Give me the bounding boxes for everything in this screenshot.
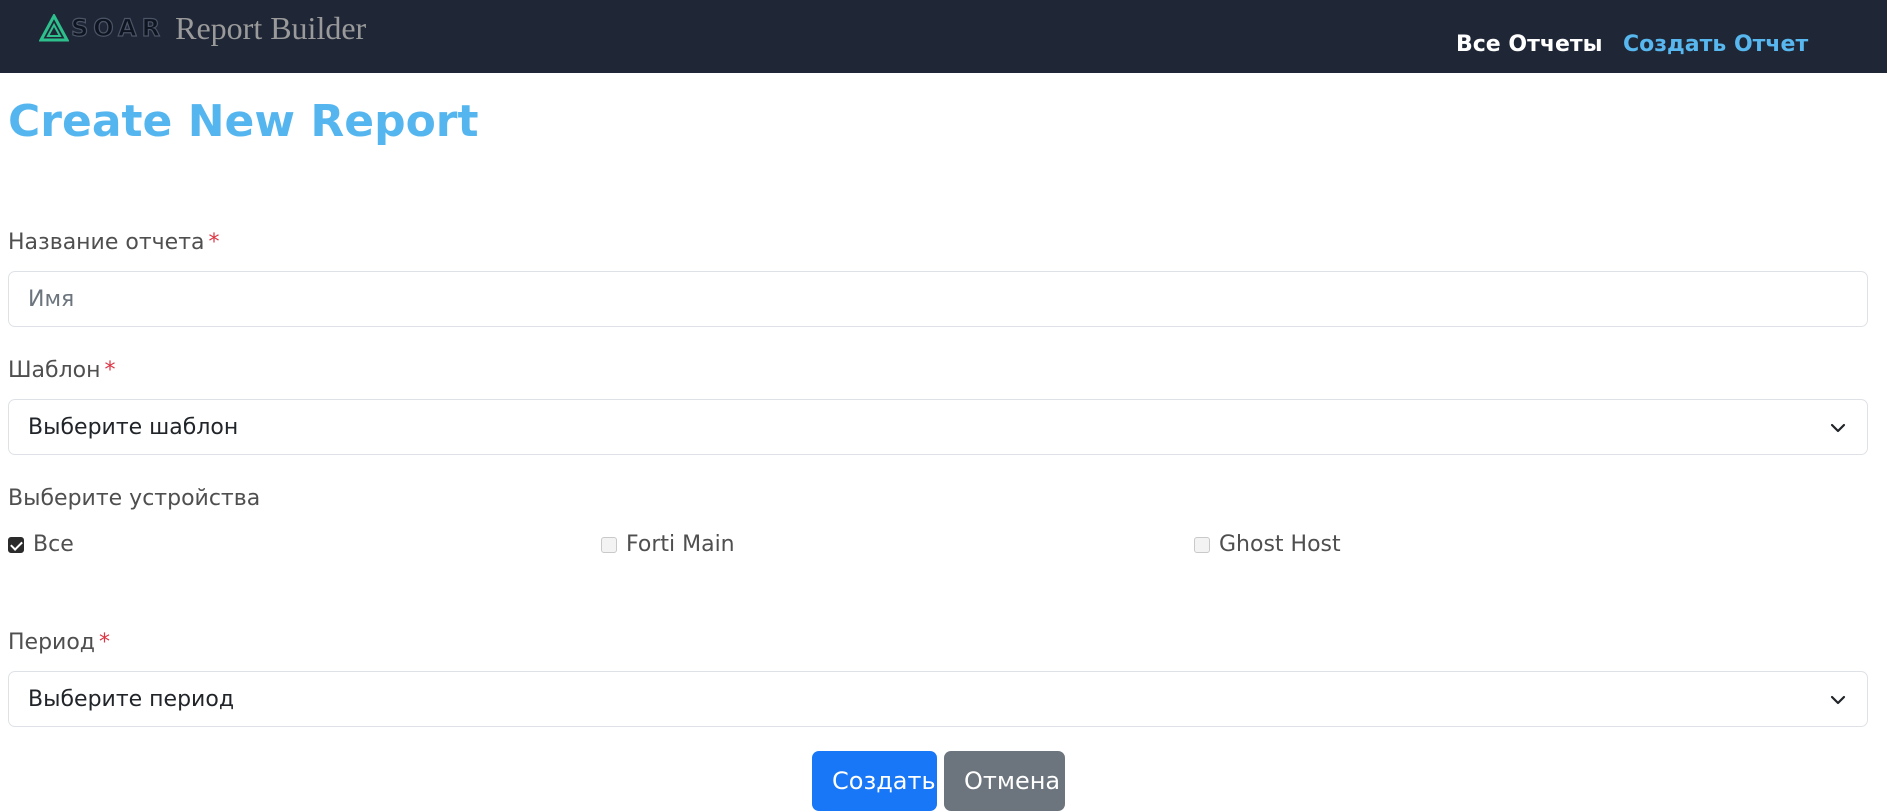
template-label: Шаблон * — [8, 356, 115, 386]
chevron-down-icon — [1829, 418, 1847, 443]
create-button[interactable]: Создать — [812, 751, 937, 811]
template-select-value: Выберите шаблон — [28, 414, 239, 440]
required-mark: * — [99, 630, 111, 655]
checkbox-empty-icon[interactable] — [601, 536, 617, 553]
template-label-text: Шаблон — [8, 358, 101, 383]
device-option-label: Все — [33, 532, 74, 557]
devices-label: Выберите устройства — [8, 486, 261, 511]
template-select[interactable]: Выберите шаблон — [8, 399, 1868, 455]
device-checkbox-all[interactable]: Все — [8, 532, 74, 557]
report-name-label-text: Название отчета — [8, 230, 205, 255]
device-checkbox-ghost-host[interactable]: Ghost Host — [1194, 532, 1341, 557]
device-option-label: Ghost Host — [1219, 532, 1341, 557]
report-name-input[interactable] — [8, 271, 1868, 327]
period-label: Период * — [8, 628, 110, 658]
cancel-button[interactable]: Отмена — [944, 751, 1065, 811]
brand-mark: SOAR — [70, 13, 166, 42]
nav-all-reports[interactable]: Все Отчеты — [1456, 30, 1603, 60]
period-label-text: Период — [8, 630, 96, 655]
period-select[interactable]: Выберите период — [8, 671, 1868, 727]
device-checkbox-forti-main[interactable]: Forti Main — [601, 532, 735, 557]
checkbox-checked-icon[interactable] — [8, 536, 24, 553]
required-mark: * — [208, 230, 220, 255]
checkbox-empty-icon[interactable] — [1194, 536, 1210, 553]
brand[interactable]: SOAR Report Builder — [39, 8, 366, 48]
top-navbar: SOAR Report Builder Все Отчеты Создать О… — [0, 0, 1887, 73]
chevron-down-icon — [1829, 690, 1847, 715]
report-name-label: Название отчета * — [8, 228, 220, 258]
brand-title: Report Builder — [175, 9, 367, 46]
required-mark: * — [104, 358, 116, 383]
nav-create-report[interactable]: Создать Отчет — [1623, 30, 1808, 60]
page-title: Create New Report — [8, 96, 479, 147]
period-select-value: Выберите период — [28, 686, 235, 712]
device-option-label: Forti Main — [626, 532, 735, 557]
triangle-logo-icon — [39, 14, 69, 42]
